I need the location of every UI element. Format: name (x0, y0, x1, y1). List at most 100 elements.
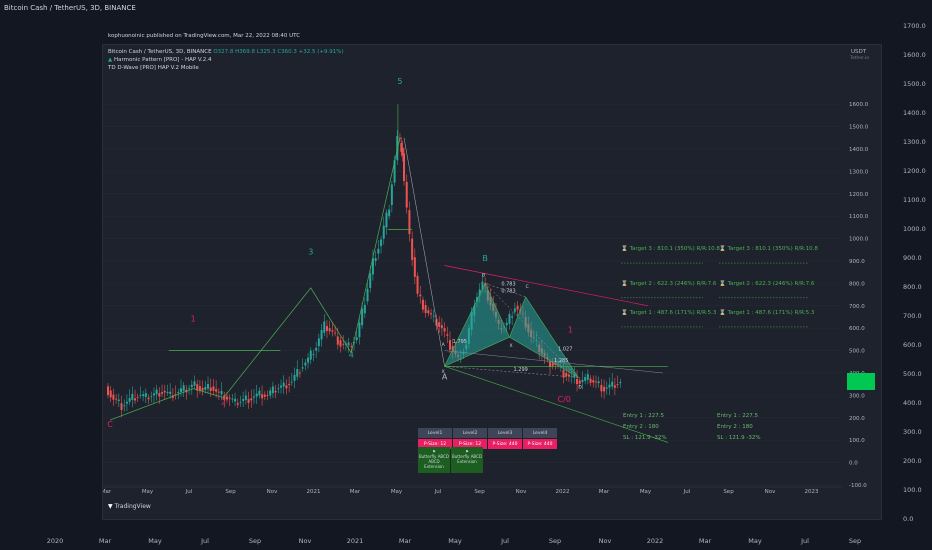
candle-body (603, 386, 606, 392)
level-header: Level1 (417, 427, 453, 439)
outer-y-tick-label: 200.0 (903, 457, 922, 465)
wave-label: 1 (191, 314, 196, 323)
candle-body (255, 393, 258, 397)
level-value: P-Size: 440 (487, 438, 523, 450)
triangle-icon: ▲ (108, 57, 113, 63)
legend-symbol: Bitcoin Cash / TetherUS, 3D, BINANCE (108, 49, 212, 55)
candle-body (142, 394, 145, 397)
x-tick-label: Jul (434, 489, 442, 495)
hourglass-icon: ⌛ (621, 309, 630, 316)
entry-right-text: SL : 121.9 -32% (717, 435, 761, 441)
level-header: Level2 (452, 427, 488, 439)
y-tick-label: 300.0 (849, 393, 865, 399)
target-right-text: Target 1 : 487.6 (171%) R/R:5.3 (727, 309, 815, 316)
candle-body (315, 347, 318, 351)
candle-body (513, 308, 516, 312)
level-value: P-Size: 440 (522, 438, 558, 450)
outer-x-tick-label: Sep (249, 537, 261, 545)
candle-body (182, 385, 185, 391)
candle-body (139, 395, 142, 397)
wave-line (109, 137, 401, 421)
candle-body (209, 387, 212, 391)
pattern-point-label: A (442, 342, 446, 348)
outer-y-tick-label: 800.0 (903, 283, 922, 291)
candle-body (581, 379, 584, 382)
candle-body (388, 209, 391, 217)
candle-body (120, 403, 123, 410)
outer-x-tick-label: Mar (399, 537, 412, 545)
candle-body (597, 381, 600, 384)
hourglass-icon: ⌛ (719, 280, 728, 287)
candle-body (290, 381, 293, 383)
candle-body (366, 288, 369, 302)
candle-body (166, 392, 169, 393)
pattern-triangle-bcd (509, 296, 579, 378)
pattern-label: Butterfly ABCD ABCD Extension (419, 454, 449, 469)
candle-body (198, 386, 201, 391)
candle-body (342, 343, 345, 345)
outer-x-tick-label: Sep (849, 537, 861, 545)
candle-body (288, 383, 291, 386)
wave-label: C (107, 420, 113, 429)
x-tick-label: Jul (683, 489, 691, 495)
candle-body (405, 181, 408, 208)
candle-body (576, 378, 579, 385)
candle-body (363, 304, 366, 314)
candle-body (263, 394, 266, 397)
x-tick-label: Sep (225, 489, 236, 495)
y-tick-label: 900.0 (849, 259, 865, 265)
entry-left-text: Entry 1 : 227.5 (623, 413, 664, 419)
candle-body (190, 384, 193, 388)
wave-line-down (403, 137, 445, 367)
candle-body (271, 386, 274, 394)
outer-y-tick-label: 1100.0 (903, 196, 926, 204)
y-tick-label: 1200.0 (849, 192, 869, 198)
candle-body (285, 385, 288, 389)
candle-body (600, 384, 603, 392)
wave-label: B (482, 254, 488, 263)
candle-body (438, 322, 441, 328)
entry-right-text: Entry 2 : 180 (717, 424, 753, 430)
candle-body (584, 377, 587, 381)
candle-body (605, 387, 608, 389)
candle-body (336, 336, 339, 345)
candle-body (274, 390, 277, 393)
outer-y-tick-label: 400.0 (903, 399, 922, 407)
candle-body (234, 398, 237, 402)
candle-body (177, 392, 180, 394)
candle-body (334, 332, 337, 334)
candle-body (266, 395, 269, 396)
candle-body (217, 391, 220, 393)
candle-body (377, 248, 380, 254)
outer-y-tick-label: 700.0 (903, 312, 922, 320)
level-header: Level3 (487, 427, 523, 439)
candle-body (144, 393, 147, 397)
candle-body (611, 381, 614, 387)
x-tick-label: Nov (267, 489, 278, 495)
candle-body (220, 390, 223, 395)
candle-body (508, 314, 511, 324)
x-tick-label: Mar (599, 489, 610, 495)
pattern-point-label: C (526, 284, 529, 290)
target-right: ⌛ Target 2 : 622.3 (246%) R/R:7.6 (719, 281, 814, 287)
wave-label: 5 (397, 77, 402, 86)
candle-body (304, 362, 307, 366)
target-left: ⌛ Target 2 : 622.3 (246%) R/R:7.6 (621, 281, 716, 287)
y-tick-label: 1500.0 (849, 125, 869, 131)
current-price-tag (847, 373, 875, 390)
target-left: ⌛ Target 1 : 487.6 (171%) R/R:5.3 (621, 310, 716, 316)
entry-left: SL : 121.9 -32% (623, 435, 667, 441)
candle-body (225, 396, 228, 400)
currency-sub-label: Tether.io (850, 56, 870, 61)
outer-y-tick-label: 1600.0 (903, 51, 926, 59)
candle-body (107, 386, 109, 396)
outer-x-tick-label: Nov (599, 537, 612, 545)
ratio-label: 1.795 (453, 339, 467, 345)
candle-body (131, 393, 134, 400)
ratio-label: 0.783 (501, 282, 515, 288)
outer-y-tick-label: 300.0 (903, 428, 922, 436)
indicator-1-label: Harmonic Pattern [PRO] - HAP V.2.4 (113, 57, 212, 63)
candle-body (150, 396, 153, 398)
inner-x-axis: Mar May Jul Sep Nov 2021 Mar May Jul Sep Nov 2022 Ma… (103, 489, 819, 495)
candle-body (247, 399, 250, 403)
